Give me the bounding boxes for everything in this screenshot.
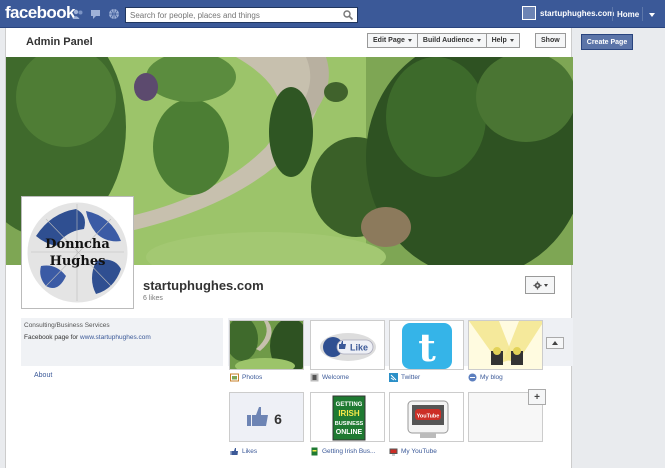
profile-globe-image: Donncha Hughes [27, 202, 128, 303]
notification-jewels [72, 8, 120, 20]
getting-irish-line2: IRISH [338, 409, 360, 418]
youtube-app-link[interactable]: My YouTube [389, 447, 437, 456]
chevron-down-icon [543, 283, 548, 287]
getting-irish-icon [311, 447, 318, 456]
profile-picture[interactable]: Donncha Hughes [21, 196, 134, 309]
page-info-box: Consulting/Business Services Facebook pa… [21, 318, 223, 366]
plus-icon: + [534, 391, 540, 403]
blog-label: My blog [480, 374, 503, 381]
build-audience-label: Build Audience [422, 37, 474, 44]
youtube-thumbnail: YouTube [407, 400, 449, 438]
website-link[interactable]: www.startuphughes.com [80, 334, 151, 341]
search-icon[interactable] [342, 9, 354, 21]
twitter-thumbnail: t [402, 323, 452, 370]
about-link[interactable]: About [34, 372, 52, 379]
chevron-down-icon [476, 39, 481, 42]
collapse-apps-button[interactable] [546, 337, 564, 349]
page-category: Consulting/Business Services [24, 322, 110, 329]
photos-tile[interactable] [229, 320, 304, 370]
friend-requests-icon[interactable] [72, 8, 84, 20]
photos-icon [230, 373, 239, 382]
likes-icon [230, 448, 238, 455]
photos-app-link[interactable]: Photos [230, 373, 262, 382]
page-content: Admin Panel Edit Page Build Audience Hel… [5, 28, 573, 468]
top-navigation-bar: facebook startuphughes.com Home [0, 0, 665, 28]
welcome-app-link[interactable]: Welcome [310, 373, 349, 382]
twitter-label: Twitter [401, 374, 421, 381]
getting-irish-tile[interactable]: GETTING IRISH BUSINESS ONLINE [310, 392, 385, 442]
welcome-like-text: Like [350, 343, 368, 353]
add-app-button[interactable]: + [528, 389, 546, 405]
youtube-tile[interactable]: YouTube [389, 392, 464, 442]
likes-label: Likes [242, 448, 258, 455]
twitter-app-link[interactable]: Twitter [389, 373, 420, 382]
build-audience-button[interactable]: Build Audience [416, 33, 486, 48]
twitter-tile[interactable]: t [389, 320, 464, 370]
blog-app-link[interactable]: My blog [468, 373, 503, 382]
photos-label: Photos [242, 374, 263, 381]
likes-count[interactable]: 6 likes [143, 295, 163, 302]
welcome-tile[interactable]: Like [310, 320, 385, 370]
welcome-label: Welcome [322, 374, 349, 381]
blog-thumbnail [469, 321, 542, 369]
facebook-logo[interactable]: facebook [5, 3, 75, 23]
home-link[interactable]: Home [617, 10, 639, 19]
youtube-label: My YouTube [401, 448, 437, 455]
likes-app-link[interactable]: Likes [230, 447, 257, 456]
page-settings-button[interactable] [525, 276, 555, 294]
user-name[interactable]: startuphughes.com [540, 9, 614, 18]
edit-page-button[interactable]: Edit Page [367, 33, 417, 48]
getting-irish-line4: ONLINE [336, 429, 363, 436]
getting-irish-label: Getting Irish Bus... [322, 448, 376, 455]
youtube-icon [389, 448, 398, 456]
chevron-up-icon [552, 341, 558, 345]
admin-toolbar: Edit Page Build Audience Help [367, 33, 520, 48]
likes-tile-count: 6 [274, 411, 282, 427]
getting-irish-thumbnail: GETTINGIRISH BUSINESS ONLINE [332, 395, 366, 441]
admin-panel-title: Admin Panel [26, 36, 93, 48]
user-avatar[interactable] [522, 6, 536, 20]
page-description: Facebook page for www.startuphughes.com [24, 334, 220, 341]
nav-divider [642, 7, 643, 21]
welcome-thumbnail: Like [320, 333, 376, 361]
edit-page-label: Edit Page [373, 37, 405, 44]
nav-divider [612, 7, 613, 21]
notifications-globe-icon[interactable] [108, 8, 120, 20]
getting-irish-app-link[interactable]: Getting Irish Bus... [310, 447, 375, 456]
likes-tile[interactable]: 6 [229, 392, 304, 442]
getting-irish-line1: GETTING [336, 402, 363, 408]
blog-icon [468, 373, 477, 382]
twitter-icon [389, 373, 398, 382]
create-page-button[interactable]: Create Page [581, 34, 633, 50]
search-input[interactable] [126, 8, 336, 22]
welcome-icon [310, 373, 319, 382]
chevron-down-icon [509, 39, 514, 42]
user-profile-link[interactable]: startuphughes.com [522, 6, 614, 20]
show-button[interactable]: Show [535, 33, 566, 48]
help-button[interactable]: Help [485, 33, 520, 48]
getting-irish-line3: BUSINESS [335, 421, 364, 427]
svg-text:t: t [418, 325, 436, 370]
photos-thumbnail [230, 321, 303, 369]
gear-icon [532, 280, 542, 290]
youtube-thumb-text: YouTube [417, 414, 440, 420]
account-menu-chevron-down-icon[interactable] [649, 13, 655, 17]
page-title[interactable]: startuphughes.com [143, 278, 264, 293]
help-label: Help [491, 37, 507, 44]
chevron-down-icon [407, 39, 412, 42]
search-box[interactable] [125, 7, 358, 23]
blog-tile[interactable] [468, 320, 543, 370]
likes-thumbnail: 6 [230, 393, 303, 441]
profile-text-line2: Hughes [50, 254, 106, 269]
description-prefix: Facebook page for [24, 334, 81, 341]
messages-icon[interactable] [90, 8, 102, 20]
profile-text-line1: Donncha [45, 237, 110, 252]
